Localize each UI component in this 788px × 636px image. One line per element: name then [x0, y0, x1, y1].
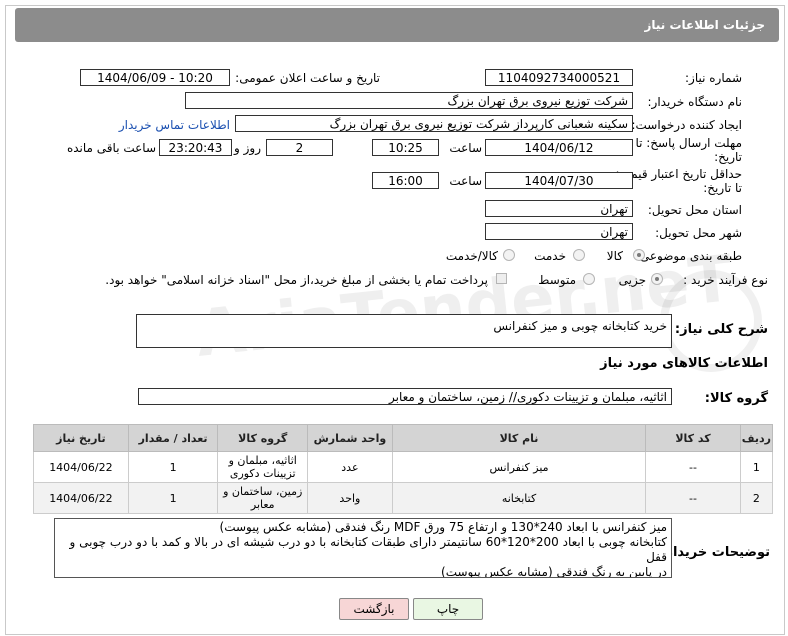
cell-name: کتابخانه	[391, 482, 647, 514]
goods-group-field: اثاثیه، مبلمان و تزیینات دکوری// زمین، س…	[138, 388, 672, 405]
category-goods-radio[interactable]	[633, 249, 645, 261]
print-button[interactable]: چاپ	[413, 598, 483, 620]
need-number-label: شماره نیاز:	[685, 71, 742, 85]
category-label: طبقه بندی موضوعی:	[635, 249, 742, 263]
table-row: 1404/06/22 1 زمین، ساختمان و معابر واحد …	[33, 482, 774, 514]
creator-field: سکینه شعبانی کارپرداز شرکت توزیع نیروی ب…	[235, 115, 633, 132]
reply-time-field: 10:25	[372, 139, 439, 156]
process-medium-label: متوسط	[538, 273, 576, 287]
need-number-field: 1104092734000521	[485, 69, 633, 86]
col-header-name: نام کالا	[391, 424, 647, 452]
process-minor-label: جزیی	[618, 273, 646, 287]
page-title: جزئیات اطلاعات نیاز	[644, 18, 765, 32]
category-service-label: خدمت	[534, 249, 566, 263]
cell-qty: 1	[127, 451, 219, 483]
buyer-notes-label: توضیحات خریدار:	[660, 545, 770, 560]
days-field: 2	[266, 139, 333, 156]
buyer-label: نام دستگاه خریدار:	[647, 95, 743, 109]
process-label: نوع فرآیند خرید :	[683, 273, 768, 287]
treasury-payment-checkbox[interactable]	[496, 273, 507, 284]
goods-table: تاریخ نیاز تعداد / مقدار گروه کالا واحد …	[33, 424, 774, 514]
announce-label: تاریخ و ساعت اعلان عمومی:	[235, 71, 380, 85]
process-minor-radio[interactable]	[651, 273, 663, 285]
table-row: 1404/06/22 1 اثاثیه، مبلمان و تزیینات دک…	[33, 451, 774, 483]
goods-info-title: اطلاعات کالاهای مورد نیاز	[600, 356, 768, 371]
summary-label: شرح کلی نیاز:	[674, 322, 768, 337]
city-label: شهر محل تحویل:	[655, 226, 742, 240]
col-header-date: تاریخ نیاز	[33, 424, 129, 452]
col-header-index: ردیف	[739, 424, 774, 452]
price-time-field: 16:00	[372, 172, 439, 189]
price-validity-label-2: تا تاریخ:	[703, 181, 742, 195]
days-label: روز و	[234, 141, 261, 155]
goods-group-label: گروه کالا:	[704, 391, 768, 406]
buyer-notes-line-1: میز کنفرانس با ابعاد 240*130 و ارتفاع 75…	[219, 520, 667, 534]
cell-unit: عدد	[307, 451, 393, 483]
contact-info-link[interactable]: اطلاعات تماس خریدار	[119, 118, 230, 132]
col-header-group: گروه کالا	[217, 424, 309, 452]
buyer-notes-line-2: کتابخانه چوبی با ابعاد 200*120*60 سانتیم…	[69, 535, 667, 564]
col-header-code: کد کالا	[645, 424, 741, 452]
province-label: استان محل تحویل:	[647, 203, 742, 217]
creator-label: ایجاد کننده درخواست:	[631, 118, 742, 132]
cell-group: اثاثیه، مبلمان و تزیینات دکوری	[217, 451, 309, 483]
page-header: جزئیات اطلاعات نیاز	[15, 8, 779, 42]
province-field: تهران	[485, 200, 633, 217]
summary-field: خرید کتابخانه چوبی و میز کنفرانس	[136, 314, 672, 348]
buyer-notes-line-3: در پایین به رنگ فندقی (مشابه عکس پیوست)	[441, 565, 667, 578]
cell-name: میز کنفرانس	[391, 451, 647, 483]
price-time-label: ساعت	[449, 174, 482, 188]
cell-qty: 1	[127, 482, 219, 514]
price-validity-label: حداقل تاریخ اعتبار قیمت:	[615, 167, 742, 181]
price-date-field: 1404/07/30	[485, 172, 633, 189]
cell-date: 1404/06/22	[33, 482, 129, 514]
col-header-qty: تعداد / مقدار	[127, 424, 219, 452]
category-both-radio[interactable]	[503, 249, 515, 261]
remaining-label: ساعت باقی مانده	[66, 141, 156, 155]
cell-unit: واحد	[307, 482, 393, 514]
col-header-unit: واحد شمارش	[307, 424, 393, 452]
remaining-time-field: 23:20:43	[159, 139, 232, 156]
reply-deadline-label: مهلت ارسال پاسخ: تا	[635, 136, 742, 150]
buyer-field: شرکت توزیع نیروی برق تهران بزرگ	[185, 92, 633, 109]
process-medium-radio[interactable]	[583, 273, 595, 285]
cell-group: زمین، ساختمان و معابر	[217, 482, 309, 514]
back-button[interactable]: بازگشت	[339, 598, 409, 620]
cell-index: 1	[739, 451, 774, 483]
cell-code: --	[645, 482, 741, 514]
cell-code: --	[645, 451, 741, 483]
city-field: تهران	[485, 223, 633, 240]
cell-date: 1404/06/22	[33, 451, 129, 483]
cell-index: 2	[739, 482, 774, 514]
category-goods-label: کالا	[606, 249, 623, 263]
category-both-label: کالا/خدمت	[445, 249, 498, 263]
reply-time-label: ساعت	[449, 141, 482, 155]
announce-field: 1404/06/09 - 10:20	[80, 69, 230, 86]
payment-note: پرداخت تمام یا بخشی از مبلغ خرید،از محل …	[105, 273, 488, 287]
reply-date-field: 1404/06/12	[485, 139, 633, 156]
category-service-radio[interactable]	[573, 249, 585, 261]
table-header-row: تاریخ نیاز تعداد / مقدار گروه کالا واحد …	[33, 424, 774, 452]
buyer-notes-field: میز کنفرانس با ابعاد 240*130 و ارتفاع 75…	[54, 518, 672, 578]
reply-deadline-label-2: تاریخ:	[714, 150, 742, 164]
